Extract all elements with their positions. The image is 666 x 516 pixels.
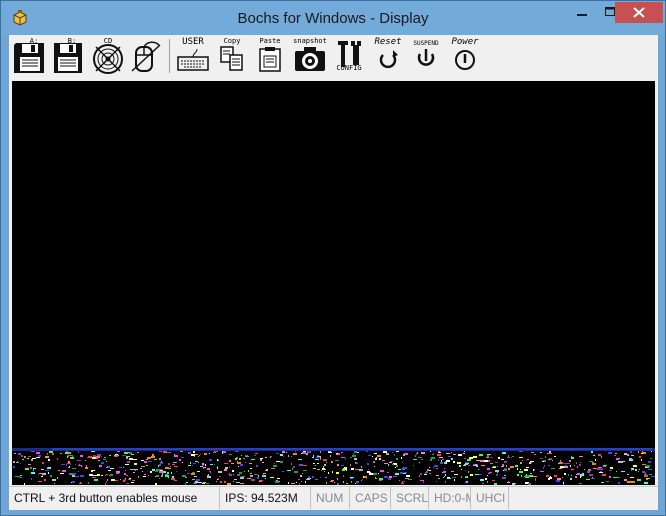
config-label: CONFIG — [336, 64, 362, 72]
status-scrl: SCRL — [391, 487, 429, 509]
client-area: A: B: CD USER Copy Paste snapshot CONFIG… — [9, 35, 658, 510]
status-num: NUM — [311, 487, 350, 509]
toolbar-separator — [169, 39, 170, 73]
copy-button[interactable]: Copy — [217, 37, 247, 75]
floppy-a-label: A: — [29, 37, 39, 45]
display-garbage-pixels — [12, 448, 655, 485]
status-message: CTRL + 3rd button enables mouse — [9, 487, 220, 509]
floppy-b-button[interactable]: B: — [51, 37, 85, 75]
status-caps: CAPS — [350, 487, 391, 509]
user-button[interactable]: USER — [175, 37, 211, 75]
status-hd: HD:0-M — [429, 487, 471, 509]
mouse-icon — [131, 41, 161, 72]
cdrom-label: CD — [103, 37, 113, 45]
bochs-window: Bochs for Windows - Display A: B: CD USE… — [0, 0, 666, 516]
emulator-display[interactable] — [12, 81, 655, 485]
snapshot-button[interactable]: snapshot — [292, 37, 328, 75]
status-bar: CTRL + 3rd button enables mouse IPS: 94.… — [9, 486, 658, 510]
reset-button[interactable]: Reset — [371, 37, 405, 75]
paste-label: Paste — [259, 37, 281, 45]
power-label: Power — [451, 37, 479, 47]
suspend-label: SUSPEND — [413, 40, 439, 47]
close-button[interactable] — [615, 2, 663, 23]
title-bar[interactable]: Bochs for Windows - Display — [1, 1, 665, 35]
window-title: Bochs for Windows - Display — [237, 10, 429, 27]
floppy-b-label: B: — [67, 37, 77, 45]
user-label: USER — [182, 37, 204, 47]
cdrom-button[interactable]: CD — [91, 37, 125, 75]
minimize-button[interactable] — [568, 1, 596, 23]
copy-label: Copy — [223, 37, 241, 45]
mouse-button[interactable] — [129, 37, 163, 75]
status-uhci: UHCI — [471, 487, 509, 509]
config-button[interactable]: CONFIG — [333, 37, 365, 75]
toolbar: A: B: CD USER Copy Paste snapshot CONFIG… — [9, 35, 658, 79]
floppy-a-button[interactable]: A: — [13, 37, 47, 75]
status-ips: IPS: 94.523M — [220, 487, 311, 509]
suspend-button[interactable]: SUSPEND — [409, 37, 443, 75]
reset-label: Reset — [374, 37, 402, 47]
power-button[interactable]: Power — [447, 37, 483, 75]
snapshot-label: snapshot — [293, 37, 327, 45]
paste-button[interactable]: Paste — [255, 37, 285, 75]
